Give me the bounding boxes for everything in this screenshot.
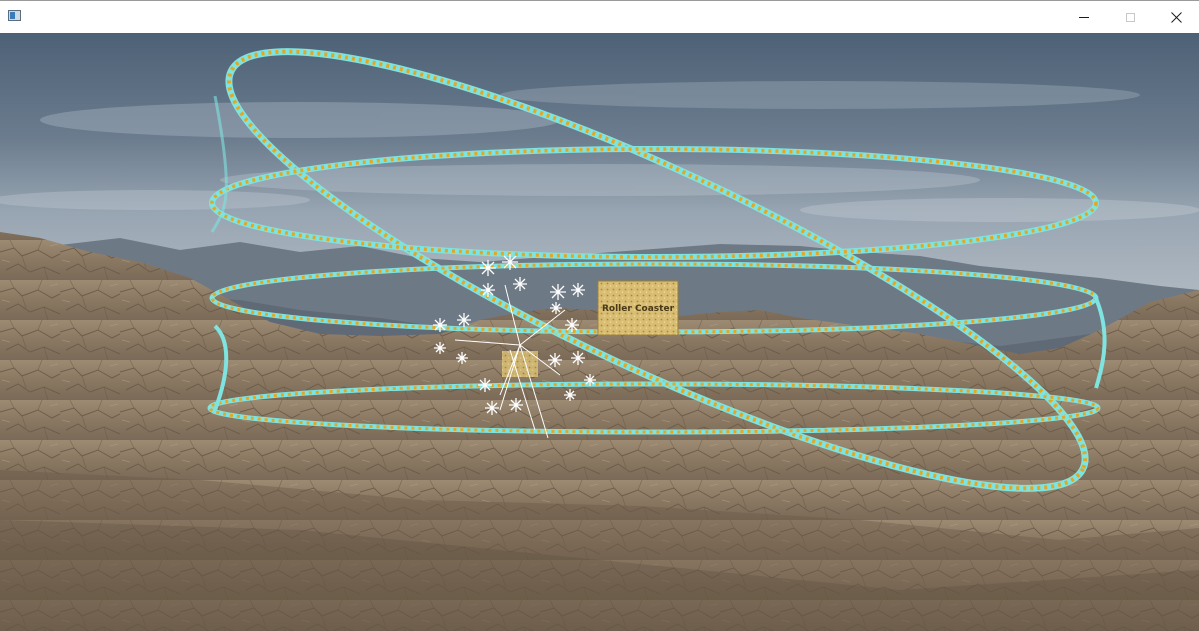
title-bar[interactable] [0,0,1199,33]
maximize-icon [1125,13,1135,22]
roller-coaster-sign: Roller Coaster [597,280,679,336]
close-icon [1170,12,1182,23]
app-window: Roller Coaster [0,0,1199,631]
3d-viewport[interactable]: Roller Coaster [0,33,1199,631]
close-button[interactable] [1153,2,1199,33]
minimize-icon [1079,17,1089,18]
sign-label: Roller Coaster [602,304,675,314]
minimize-button[interactable] [1061,2,1107,33]
maximize-button[interactable] [1107,2,1153,33]
scene-canvas[interactable]: Roller Coaster [0,33,1199,631]
app-icon [8,10,21,21]
